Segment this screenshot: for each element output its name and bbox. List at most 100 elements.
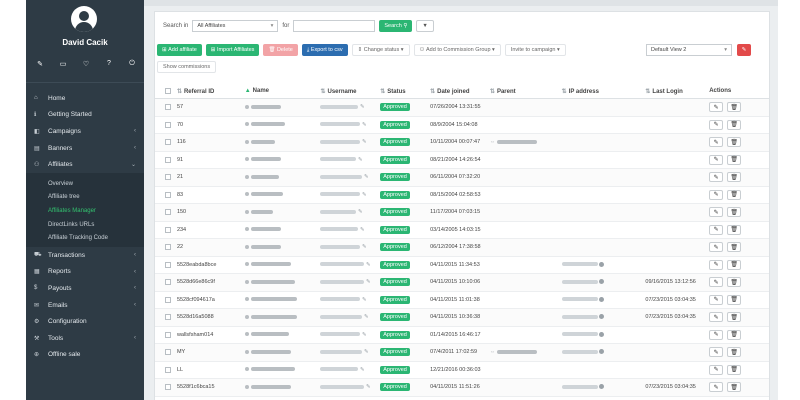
row-checkbox[interactable] <box>163 384 173 391</box>
sidebar-item-tools[interactable]: ⚒ Tools ‹ <box>26 330 144 347</box>
pencil-icon[interactable]: ✎ <box>360 104 365 110</box>
pencil-icon[interactable]: ✎ <box>362 244 367 250</box>
search-button[interactable]: Search ⚲ <box>379 20 413 32</box>
row-checkbox[interactable] <box>163 331 173 338</box>
col-date-joined[interactable]: ⇅ Date joined <box>430 88 490 95</box>
status-badge[interactable]: Approved <box>380 243 410 252</box>
row-checkbox[interactable] <box>163 139 173 146</box>
edit-button[interactable]: ✎ <box>709 119 724 130</box>
submenu-item-overview[interactable]: Overview <box>26 177 144 191</box>
select-all-checkbox[interactable] <box>163 88 173 94</box>
sidebar-item-banners[interactable]: ▤ Banners ‹ <box>26 140 144 157</box>
search-input[interactable] <box>293 20 376 32</box>
delete-row-button[interactable]: 🗑 <box>727 347 742 358</box>
pencil-icon[interactable]: ✎ <box>366 279 371 285</box>
power-icon[interactable]: ⏻ <box>126 60 138 68</box>
delete-button[interactable]: 🗑 Delete <box>263 44 298 56</box>
delete-row-button[interactable]: 🗑 <box>727 102 742 113</box>
col-referral-id[interactable]: ⇅ Referral ID <box>173 88 245 95</box>
edit-button[interactable]: ✎ <box>709 329 724 340</box>
col-name[interactable]: ▲ Name <box>245 88 321 94</box>
delete-row-button[interactable]: 🗑 <box>727 382 742 393</box>
submenu-item-affiliate-tracking-code[interactable]: Affiliate Tracking Code <box>26 231 144 245</box>
submenu-item-affiliates-manager[interactable]: Affiliates Manager <box>26 204 144 218</box>
col-last-login[interactable]: ⇅ Last Login <box>645 88 709 95</box>
delete-row-button[interactable]: 🗑 <box>727 312 742 323</box>
col-username[interactable]: ⇅ Username <box>320 88 380 95</box>
table-row[interactable]: 91 ✎ Approved 08/21/2004 14:26:54 ✎ 🗑 <box>155 152 769 169</box>
edit-button[interactable]: ✎ <box>709 172 724 183</box>
table-row[interactable]: 5528cf094617a ✎ Approved 04/11/2015 11:01:… <box>155 292 769 309</box>
status-badge[interactable]: Approved <box>380 295 410 304</box>
table-row[interactable]: 5528f1c6bca15 ✎ Approved 04/11/2015 11:51:… <box>155 379 769 397</box>
pencil-icon[interactable]: ✎ <box>364 314 369 320</box>
edit-button[interactable]: ✎ <box>709 277 724 288</box>
status-badge[interactable]: Approved <box>380 365 410 374</box>
heart-icon[interactable]: ♡ <box>80 60 92 68</box>
delete-row-button[interactable]: 🗑 <box>727 329 742 340</box>
pencil-icon[interactable]: ✎ <box>366 262 371 268</box>
sidebar-item-configuration[interactable]: ⚙ Configuration <box>26 313 144 330</box>
pencil-icon[interactable]: ✎ <box>362 297 367 303</box>
status-badge[interactable]: Approved <box>380 278 410 287</box>
delete-row-button[interactable]: 🗑 <box>727 294 742 305</box>
delete-row-button[interactable]: 🗑 <box>727 154 742 165</box>
sidebar-item-affiliates[interactable]: ⚇ Affiliates ⌄ <box>26 156 144 173</box>
delete-row-button[interactable]: 🗑 <box>727 137 742 148</box>
sidebar-item-reports[interactable]: ▦ Reports ‹ <box>26 264 144 281</box>
view-select[interactable]: Default View 2 ▾ <box>646 44 732 56</box>
delete-row-button[interactable]: 🗑 <box>727 224 742 235</box>
sidebar-item-offline-sale[interactable]: ⊕ Offline sale <box>26 347 144 364</box>
status-badge[interactable]: Approved <box>380 330 410 339</box>
status-badge[interactable]: Approved <box>380 348 410 357</box>
edit-button[interactable]: ✎ <box>709 189 724 200</box>
question-icon[interactable]: ? <box>103 60 115 68</box>
submenu-item-affiliate-tree[interactable]: Affiliate tree <box>26 191 144 205</box>
table-row[interactable]: 83 ✎ Approved 08/15/2004 02:58:53 ✎ 🗑 <box>155 187 769 204</box>
delete-row-button[interactable]: 🗑 <box>727 242 742 253</box>
table-row[interactable]: MY ✎ Approved 07/4/2011 17:02:59 ⇔ ✎ 🗑 <box>155 344 769 362</box>
delete-row-button[interactable]: 🗑 <box>727 364 742 375</box>
row-checkbox[interactable] <box>163 349 173 356</box>
table-row[interactable]: 70 ✎ Approved 08/9/2004 15:04:08 ✎ 🗑 <box>155 117 769 134</box>
monitor-icon[interactable]: ▭ <box>57 60 69 68</box>
sidebar-item-getting-started[interactable]: ℹ Getting Started <box>26 107 144 124</box>
delete-row-button[interactable]: 🗑 <box>727 172 742 183</box>
edit-button[interactable]: ✎ <box>709 364 724 375</box>
sidebar-item-campaigns[interactable]: ◧ Campaigns ‹ <box>26 123 144 140</box>
col-status[interactable]: ⇅ Status <box>380 88 430 95</box>
row-checkbox[interactable] <box>163 226 173 233</box>
row-checkbox[interactable] <box>163 104 173 111</box>
col-ip-address[interactable]: ⇅ IP address <box>562 88 646 95</box>
table-row[interactable]: 150 ✎ Approved 11/17/2004 07:03:15 ✎ 🗑 <box>155 204 769 222</box>
pencil-icon[interactable]: ✎ <box>364 349 369 355</box>
edit-button[interactable]: ✎ <box>709 312 724 323</box>
row-checkbox[interactable] <box>163 314 173 321</box>
col-parent[interactable]: ⇅ Parent <box>490 88 562 95</box>
status-badge[interactable]: Approved <box>380 260 410 269</box>
edit-button[interactable]: ✎ <box>709 137 724 148</box>
import-affiliates-button[interactable]: ⊞ Import Affiliates <box>205 44 260 56</box>
change-status-button[interactable]: ⇕ Change status ▾ <box>351 44 410 56</box>
pencil-icon[interactable]: ✎ <box>358 209 363 215</box>
show-commissions-button[interactable]: Show commissions <box>157 61 217 73</box>
table-row[interactable]: 116 ✎ Approved 10/11/2004 00:07:47 ⇔ ✎ 🗑 <box>155 134 769 152</box>
add-affiliate-button[interactable]: ⊞ Add affiliate <box>157 44 202 56</box>
status-badge[interactable]: Approved <box>380 120 410 129</box>
pencil-icon[interactable]: ✎ <box>360 227 365 233</box>
submenu-item-directlinks-urls[interactable]: DirectLinks URLs <box>26 218 144 232</box>
pencil-icon[interactable]: ✎ <box>364 174 369 180</box>
row-checkbox[interactable] <box>163 261 173 268</box>
edit-button[interactable]: ✎ <box>709 154 724 165</box>
table-row[interactable]: 52f0e08c305f9 ✎Approved04/11/2015 13:43:… <box>155 397 769 400</box>
table-row[interactable]: 57 ✎ Approved 07/26/2004 13:31:55 ✎ 🗑 <box>155 99 769 117</box>
pencil-icon[interactable]: ✎ <box>360 367 365 373</box>
row-checkbox[interactable] <box>163 279 173 286</box>
status-badge[interactable]: Approved <box>380 208 410 217</box>
add-commission-group-button[interactable]: ⚇ Add to Commission Group ▾ <box>413 44 501 56</box>
row-checkbox[interactable] <box>163 366 173 373</box>
table-row[interactable]: 21 ✎ Approved 06/11/2004 07:32:20 ✎ 🗑 <box>155 169 769 187</box>
edit-button[interactable]: ✎ <box>709 242 724 253</box>
status-badge[interactable]: Approved <box>380 313 410 322</box>
row-checkbox[interactable] <box>163 156 173 163</box>
